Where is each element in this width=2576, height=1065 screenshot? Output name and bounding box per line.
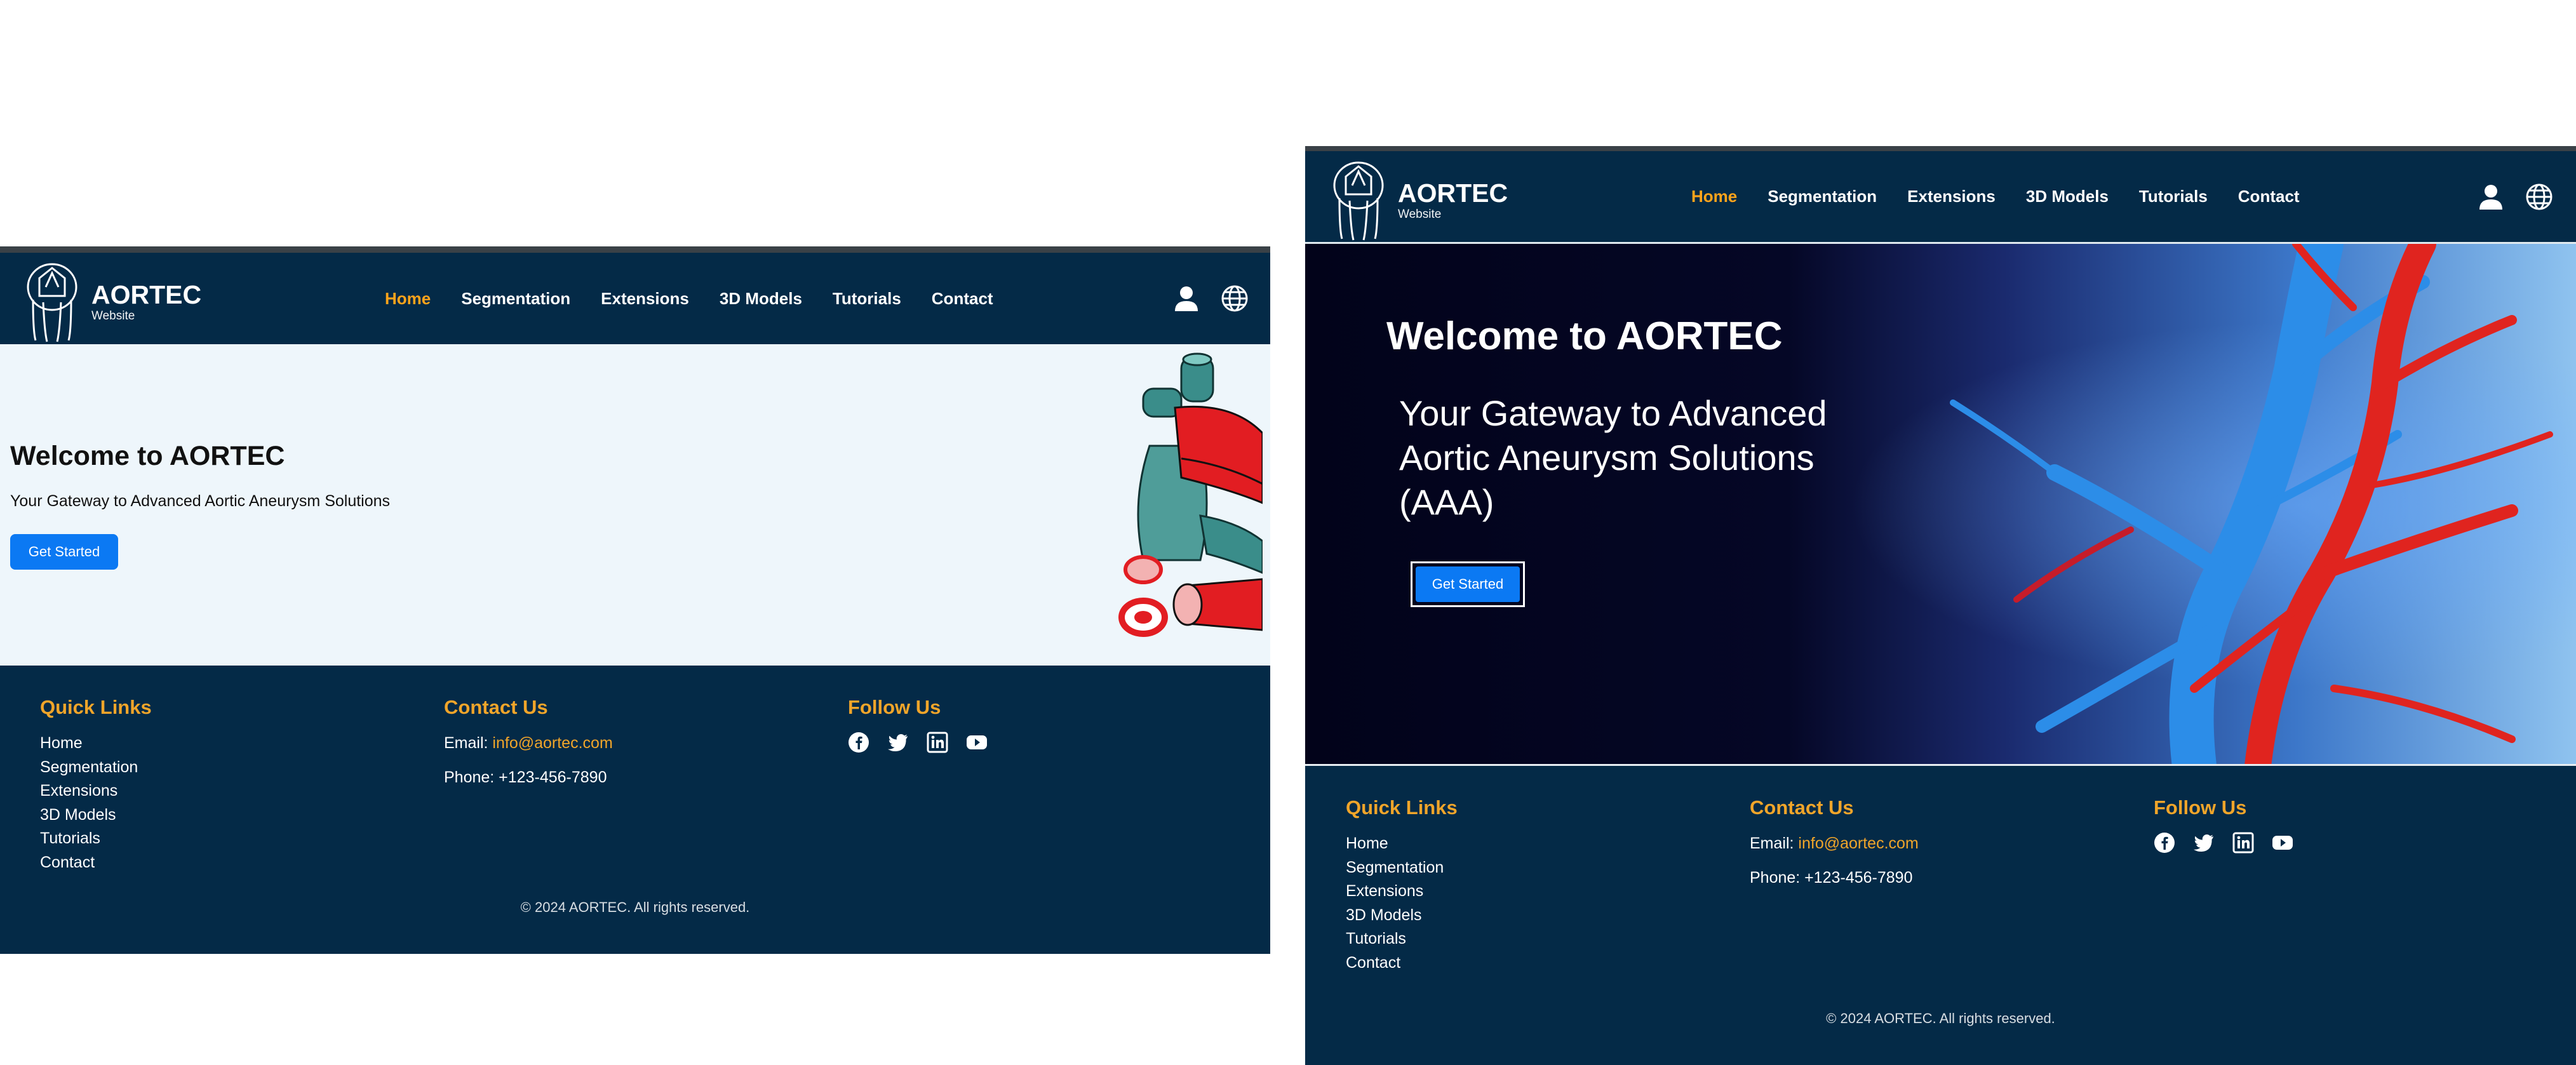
get-started-button[interactable]: Get Started <box>10 534 118 570</box>
footer-link-3d-models[interactable]: 3D Models <box>1346 904 1458 928</box>
site-logo[interactable]: AORTEC Website <box>20 262 201 343</box>
follow-heading: Follow Us <box>848 696 941 718</box>
footer-link-segmentation[interactable]: Segmentation <box>40 756 152 780</box>
page-screenshot-right: AORTEC Website Home Segmentation Extensi… <box>1305 146 2576 1065</box>
footer-contact: Contact Us Email: info@aortec.com Phone:… <box>444 696 613 800</box>
main-nav: Home Segmentation Extensions 3D Models T… <box>1691 151 2330 242</box>
footer-link-tutorials[interactable]: Tutorials <box>40 827 152 851</box>
site-logo[interactable]: AORTEC Website <box>1327 160 1508 241</box>
nav-3d-models[interactable]: 3D Models <box>720 289 802 309</box>
hero-section: Welcome to AORTEC Your Gateway to Advanc… <box>1305 244 2576 766</box>
nav-segmentation[interactable]: Segmentation <box>461 289 570 309</box>
hero-title: Welcome to AORTEC <box>1386 314 1783 358</box>
linkedin-icon[interactable] <box>2232 832 2254 854</box>
site-footer: Quick Links Home Segmentation Extensions… <box>1305 766 2576 1065</box>
phone-text: Phone: +123-456-7890 <box>444 768 607 786</box>
linkedin-icon[interactable] <box>927 732 948 753</box>
facebook-icon[interactable] <box>2154 832 2175 854</box>
facebook-icon[interactable] <box>848 732 869 753</box>
nav-tutorials[interactable]: Tutorials <box>833 289 901 309</box>
copyright-text: © 2024 AORTEC. All rights reserved. <box>1826 1010 2055 1026</box>
footer-link-3d-models[interactable]: 3D Models <box>40 803 152 827</box>
footer-link-home[interactable]: Home <box>1346 832 1458 856</box>
main-nav: Home Segmentation Extensions 3D Models T… <box>385 253 1024 344</box>
globe-icon[interactable] <box>1221 285 1249 312</box>
heart-illustration <box>1118 352 1263 637</box>
hero-subtitle: Your Gateway to Advanced Aortic Aneurysm… <box>1399 393 1827 522</box>
site-header: AORTEC Website Home Segmentation Extensi… <box>0 253 1270 344</box>
footer-link-home[interactable]: Home <box>40 732 152 756</box>
email-link[interactable]: info@aortec.com <box>1798 834 1918 852</box>
contact-heading: Contact Us <box>1750 796 1854 819</box>
footer-link-tutorials[interactable]: Tutorials <box>1346 927 1458 951</box>
footer-contact: Contact Us Email: info@aortec.com Phone:… <box>1750 796 1919 901</box>
nav-contact[interactable]: Contact <box>932 289 993 309</box>
quick-links-heading: Quick Links <box>1346 796 1458 819</box>
nav-extensions[interactable]: Extensions <box>601 289 689 309</box>
phone-text: Phone: +123-456-7890 <box>1750 869 1913 887</box>
footer-follow: Follow Us <box>2154 796 2311 854</box>
brand-name: AORTEC <box>91 280 202 309</box>
footer-link-extensions[interactable]: Extensions <box>1346 880 1458 904</box>
nav-tutorials[interactable]: Tutorials <box>2139 187 2208 206</box>
nav-contact[interactable]: Contact <box>2238 187 2300 206</box>
copyright-text: © 2024 AORTEC. All rights reserved. <box>520 899 750 915</box>
brand-tagline: Website <box>1398 208 1442 221</box>
globe-icon[interactable] <box>2525 183 2553 211</box>
footer-quick-links: Quick Links Home Segmentation Extensions… <box>1346 796 1458 975</box>
twitter-icon[interactable] <box>2193 832 2215 854</box>
user-icon[interactable] <box>1172 285 1200 312</box>
site-footer: Quick Links Home Segmentation Extensions… <box>0 666 1270 954</box>
youtube-icon[interactable] <box>966 732 988 753</box>
get-started-button[interactable]: Get Started <box>1416 566 1520 602</box>
brand-name: AORTEC <box>1398 178 1508 208</box>
page-screenshot-left: AORTEC Website Home Segmentation Extensi… <box>0 246 1270 954</box>
footer-link-contact[interactable]: Contact <box>40 851 152 875</box>
user-icon[interactable] <box>2477 183 2505 211</box>
youtube-icon[interactable] <box>2272 832 2293 854</box>
browser-top-strip <box>1305 146 2576 151</box>
contact-heading: Contact Us <box>444 696 548 718</box>
footer-link-extensions[interactable]: Extensions <box>40 779 152 803</box>
hero-title: Welcome to AORTEC <box>10 441 285 471</box>
email-label: Email: <box>1750 834 1794 852</box>
aortec-logo-icon <box>27 263 77 342</box>
hero-subtitle: Your Gateway to Advanced Aortic Aneurysm… <box>10 492 391 510</box>
twitter-icon[interactable] <box>887 732 909 753</box>
quick-links-heading: Quick Links <box>40 696 152 718</box>
footer-link-contact[interactable]: Contact <box>1346 951 1458 975</box>
nav-home[interactable]: Home <box>385 289 431 309</box>
nav-extensions[interactable]: Extensions <box>1907 187 1996 206</box>
brand-tagline: Website <box>91 309 135 323</box>
footer-link-segmentation[interactable]: Segmentation <box>1346 856 1458 880</box>
hero-section: Welcome to AORTEC Your Gateway to Advanc… <box>0 344 1270 666</box>
email-label: Email: <box>444 734 488 752</box>
footer-quick-links: Quick Links Home Segmentation Extensions… <box>40 696 152 874</box>
footer-follow: Follow Us <box>848 696 1005 753</box>
follow-heading: Follow Us <box>2154 796 2247 819</box>
nav-home[interactable]: Home <box>1691 187 1737 206</box>
email-link[interactable]: info@aortec.com <box>492 734 612 752</box>
aortec-logo-icon <box>1333 161 1384 241</box>
nav-3d-models[interactable]: 3D Models <box>2026 187 2109 206</box>
site-header: AORTEC Website Home Segmentation Extensi… <box>1305 151 2576 244</box>
browser-top-strip <box>0 246 1270 253</box>
nav-segmentation[interactable]: Segmentation <box>1768 187 1877 206</box>
